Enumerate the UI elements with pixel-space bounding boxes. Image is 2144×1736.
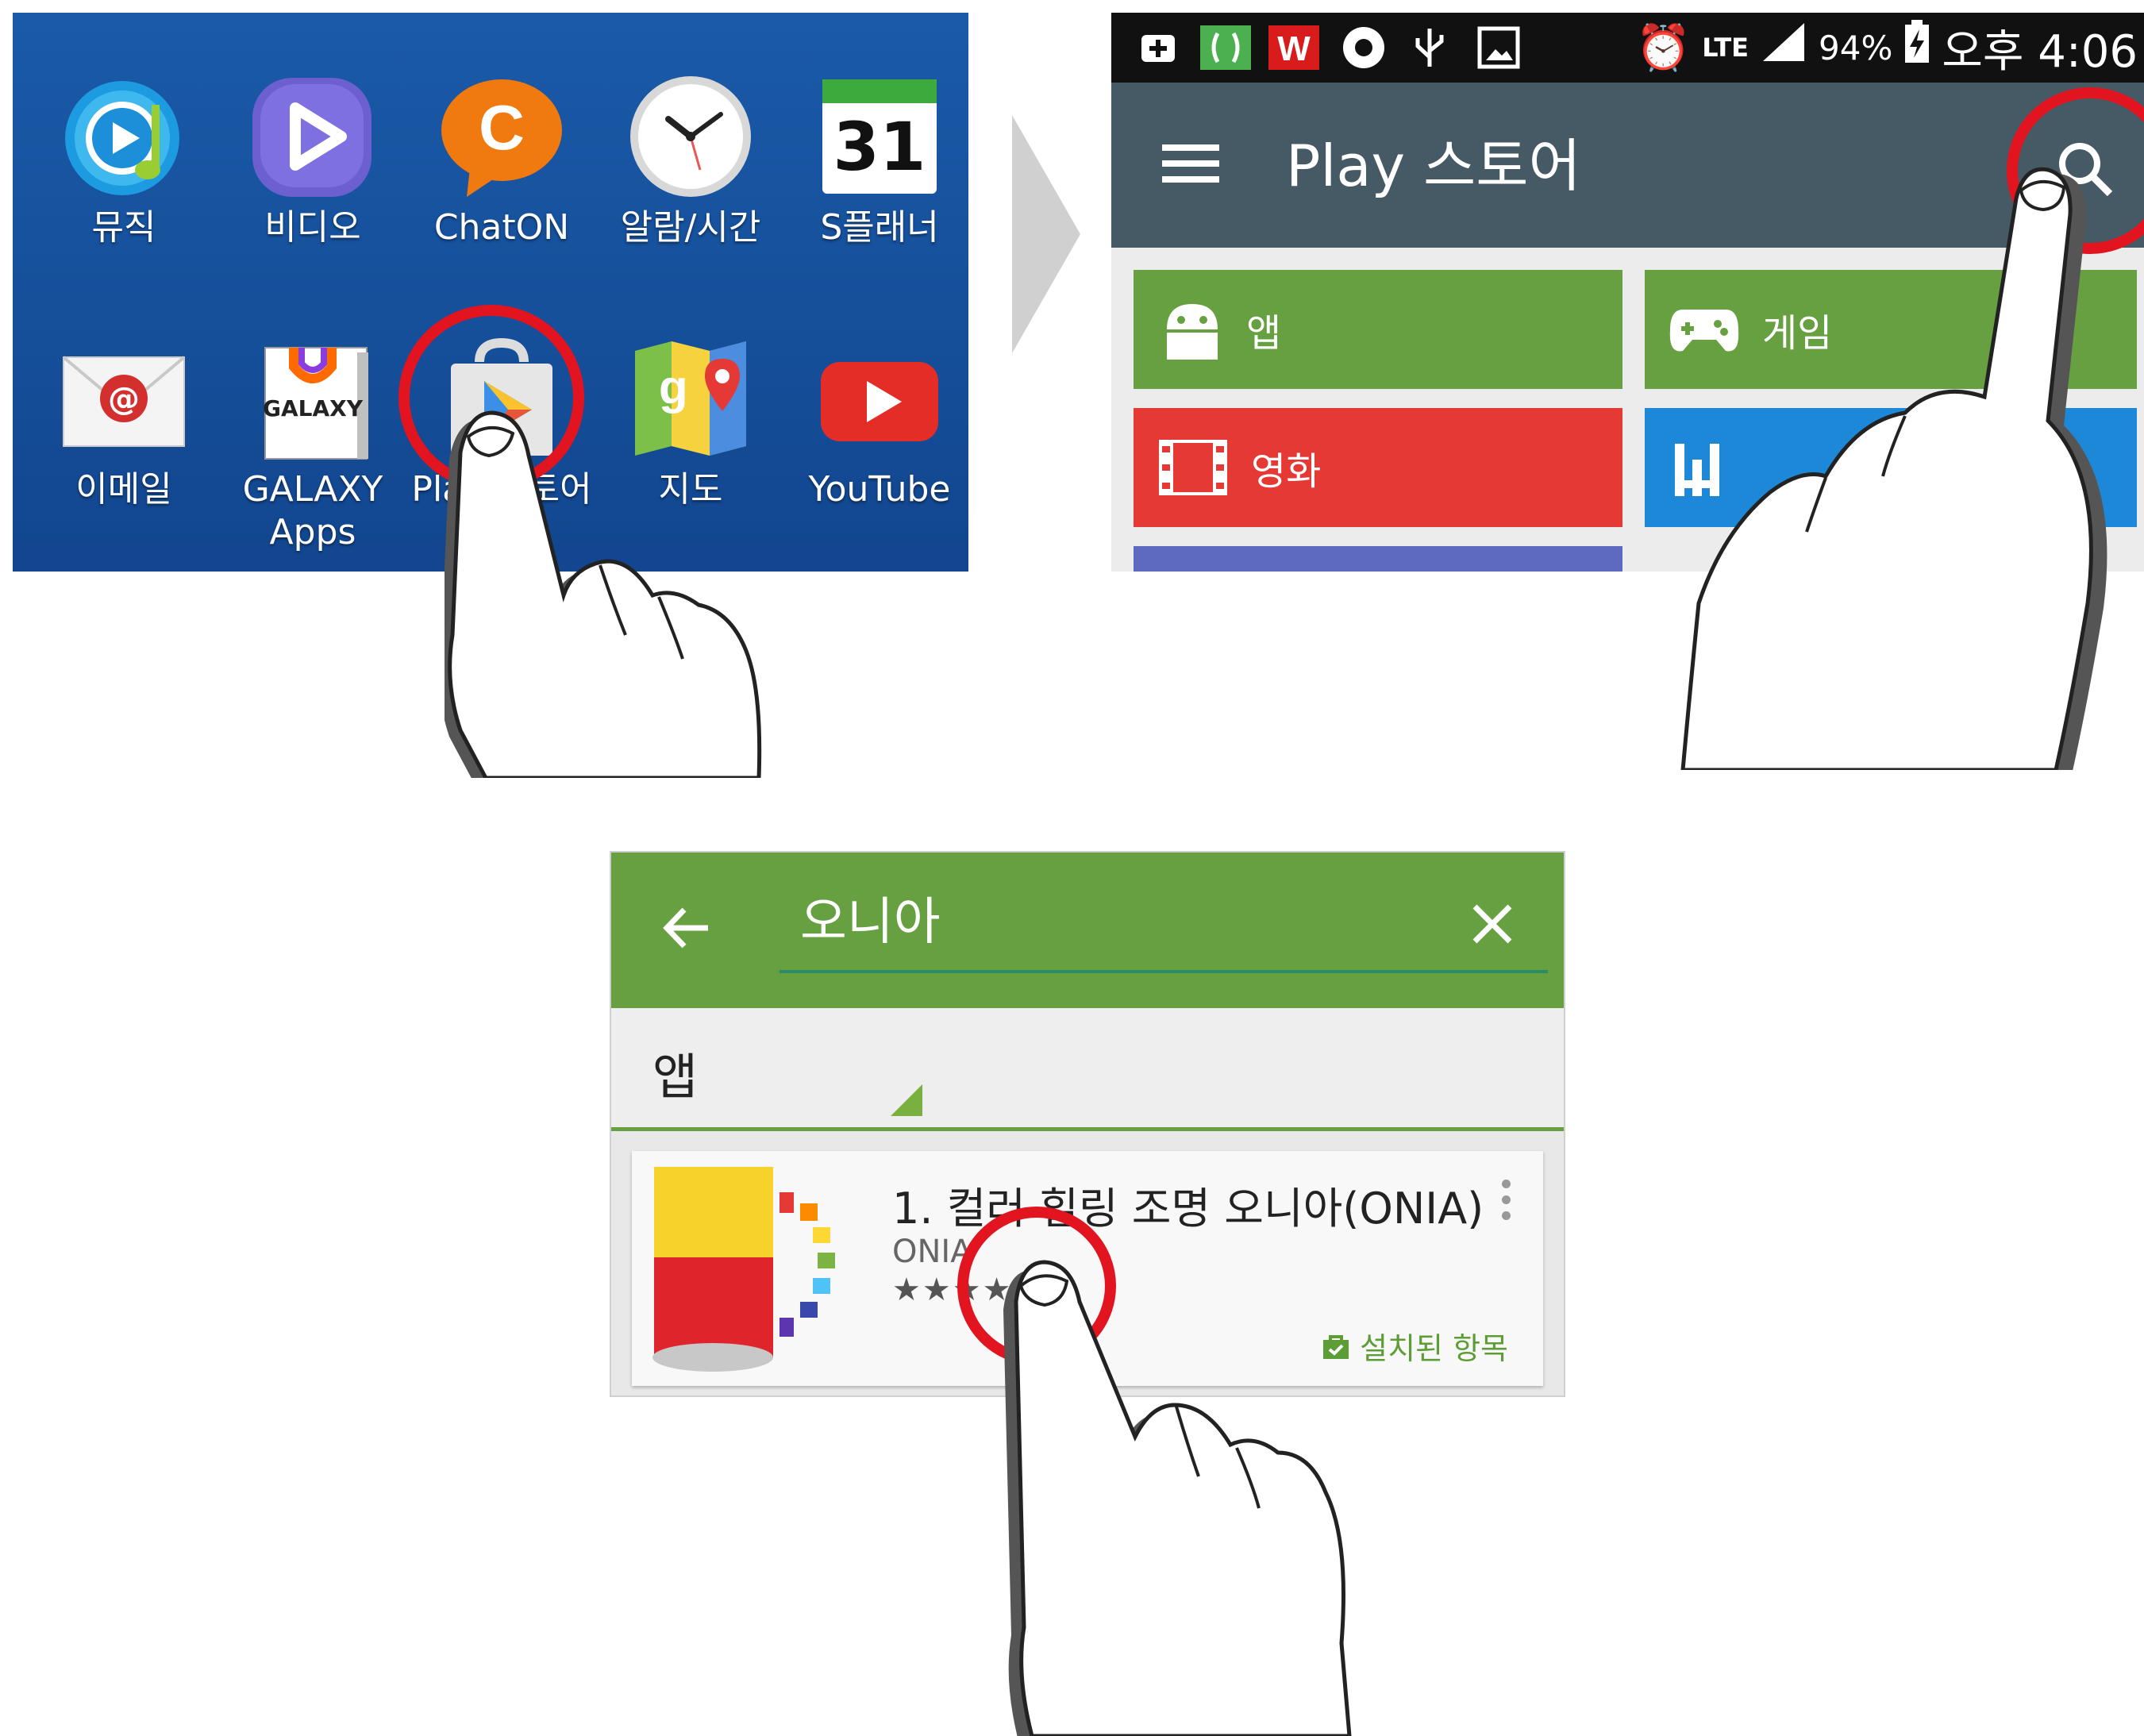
category-books-button[interactable] (1134, 546, 1622, 572)
app-label: 알람/시간 (620, 207, 761, 248)
pointing-hand-icon (445, 410, 762, 778)
app-video[interactable]: 비디오 (219, 73, 406, 249)
app-splanner[interactable]: 31 S플래너 (786, 73, 968, 249)
android-icon (1167, 304, 1218, 360)
app-label: S플래너 (820, 207, 939, 248)
search-underline (779, 970, 1548, 973)
hamburger-menu-icon[interactable] (1162, 140, 1219, 187)
result-title[interactable]: 1. 컬러 힐링 조명 오니아(ONIA) (892, 1173, 1484, 1236)
signal-icon (1760, 20, 1807, 75)
image-icon (1476, 25, 1521, 70)
category-label: 영화 (1251, 449, 1322, 494)
svg-text:W: W (1277, 29, 1311, 68)
overflow-menu-icon[interactable] (1502, 1180, 1511, 1227)
app-label: 이메일 (75, 469, 172, 510)
next-step-arrow-icon (1012, 115, 1080, 353)
app-chaton[interactable]: C ChatON (408, 73, 595, 249)
email-icon: @ (60, 335, 187, 462)
page-title: Play 스토어 (1286, 133, 1581, 199)
app-music[interactable]: 뮤직 (30, 73, 217, 249)
galaxy-icon-text: GALAXY (262, 395, 364, 421)
app-galaxy-apps[interactable]: GALAXY GALAXY Apps (219, 335, 406, 554)
app-label: GALAXY Apps (242, 469, 383, 552)
search-bar: 오니아 (611, 853, 1564, 1008)
alarm-icon: ⏰ (1635, 22, 1692, 74)
galaxy-apps-icon: GALAXY (249, 335, 376, 462)
calendar-icon: 31 (816, 73, 943, 200)
record-icon (1340, 25, 1388, 70)
status-bar: W ⏰ LTE 94% 오후 4:06 (1111, 13, 2144, 83)
app-email[interactable]: @ 이메일 (30, 335, 217, 511)
notification-icon (1138, 25, 1178, 70)
app-label: ChatON (433, 207, 570, 248)
video-icon (249, 73, 376, 200)
onia-app-icon (646, 1162, 853, 1375)
w-app-icon: W (1268, 25, 1319, 70)
back-arrow-icon[interactable] (659, 900, 714, 956)
clock-time: 오후 4:06 (1942, 25, 2138, 78)
film-icon (1159, 440, 1227, 495)
pointing-hand-icon (1680, 167, 2107, 770)
app-clock[interactable]: 알람/시간 (597, 73, 784, 249)
battery-icon (1903, 20, 1930, 75)
music-icon (60, 73, 187, 200)
usb-icon (1410, 25, 1449, 70)
status-right: ⏰ LTE 94% 오후 4:06 (1636, 16, 2138, 79)
svg-text:@: @ (108, 381, 140, 418)
calendar-date: 31 (833, 108, 926, 186)
pointing-hand-icon (1003, 1260, 1352, 1736)
clear-search-icon[interactable] (1470, 902, 1515, 946)
app-label: 비디오 (264, 207, 361, 248)
section-corner-marker (891, 1084, 922, 1116)
app-label: 뮤직 (91, 207, 156, 248)
chaton-icon: C (438, 73, 565, 200)
battery-percent: 94% (1819, 28, 1893, 67)
svg-text:C: C (479, 92, 525, 163)
clock-icon (627, 73, 754, 200)
lte-indicator: LTE (1702, 33, 1749, 63)
app-notification-icon (1200, 25, 1251, 70)
section-header: 앱 (611, 1008, 1564, 1131)
section-title: 앱 (652, 1048, 699, 1106)
category-label: 앱 (1246, 311, 1282, 356)
category-movies-button[interactable]: 영화 (1134, 408, 1622, 527)
search-input[interactable]: 오니아 (800, 891, 941, 954)
category-apps-button[interactable]: 앱 (1134, 270, 1622, 389)
